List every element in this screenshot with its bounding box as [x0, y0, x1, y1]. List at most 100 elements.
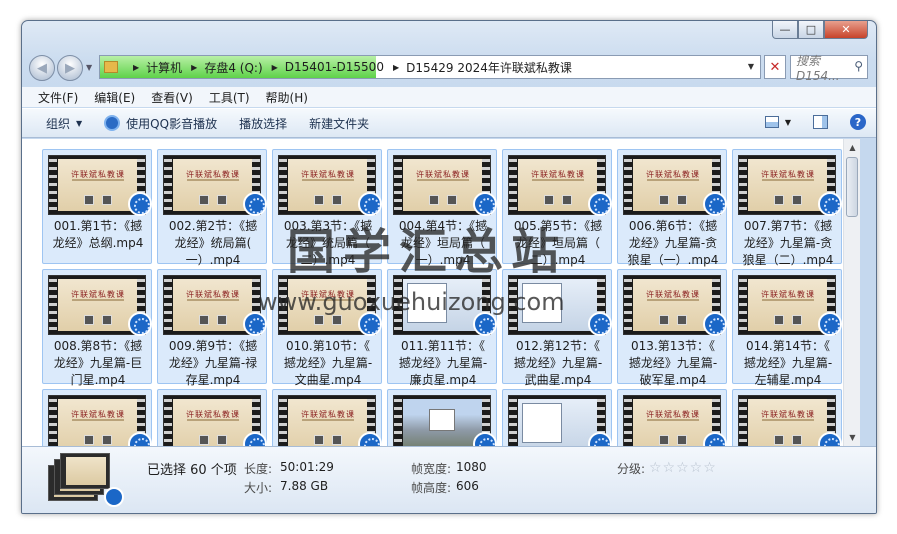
qq-player-badge-icon	[703, 432, 727, 446]
video-frame: 许联斌私教课	[58, 279, 138, 331]
breadcrumb-label: D15401-D15500	[284, 60, 384, 74]
qr-code-icon	[314, 435, 324, 445]
qq-player-badge-icon	[358, 432, 382, 446]
file-tile[interactable]: 许联斌私教课 010.第10节：《 撼龙经》九星篇- 文曲星.mp4	[272, 269, 382, 387]
rating-stars[interactable]: ☆☆☆☆☆	[649, 460, 717, 476]
search-icon[interactable]: ⚲	[854, 59, 863, 73]
file-name: 004.第4节：《撼 龙经》垣局篇（ 一）.mp4	[398, 219, 488, 267]
file-name: 005.第5节：《撼 龙经》垣局篇（ 二）.mp4	[513, 219, 603, 267]
file-tile[interactable]: 许联斌私教课 003.第3节：《撼 龙经》统局篇（ 二）.mp4	[272, 149, 382, 267]
qr-code-icon	[447, 195, 457, 205]
file-tile[interactable]: 011.第11节：《 撼龙经》九星篇- 廉贞星.mp4	[387, 269, 497, 387]
play-qq-label: 使用QQ影音播放	[126, 116, 218, 131]
qq-player-badge-icon	[128, 192, 152, 216]
qr-code-icon	[659, 435, 669, 445]
file-name: 001.第1节：《撼 龙经》总纲.mp4	[52, 219, 144, 250]
file-name: 002.第2节：《撼 龙经》统局篇(一）.mp4	[168, 219, 258, 267]
scroll-down-icon[interactable]: ▼	[844, 429, 860, 446]
qr-code-icon	[332, 435, 342, 445]
recent-pages-dropdown-icon[interactable]: ▼	[86, 63, 92, 72]
back-button[interactable]: ◀	[29, 55, 55, 81]
qr-code-icon	[562, 195, 572, 205]
video-frame: 许联斌私教课	[288, 279, 368, 331]
file-tile[interactable]: 许联斌私教课	[617, 389, 727, 446]
qr-code-icon	[84, 315, 94, 325]
size-key: 大小:	[244, 481, 273, 495]
qq-player-badge-icon	[128, 312, 152, 336]
breadcrumb-current-folder[interactable]: ▶ D15429 2024年许联斌私教课	[384, 59, 572, 76]
file-tile[interactable]: 许联斌私教课 002.第2节：《撼 龙经》统局篇(一）.mp4	[157, 149, 267, 267]
back-arrow-icon: ◀	[37, 60, 47, 76]
menu-view[interactable]: 查看(V)	[151, 89, 193, 106]
file-tile[interactable]: 许联斌私教课	[42, 389, 152, 446]
file-tile[interactable]	[387, 389, 497, 446]
file-view: 许联斌私教课 001.第1节：《撼 龙经》总纲.mp4 许联斌私教课 002.第2节：《…	[22, 139, 860, 446]
qq-player-badge-icon	[243, 192, 267, 216]
minimize-button[interactable]: —	[772, 21, 798, 39]
video-frame: 许联斌私教课	[58, 399, 138, 446]
rating-key: 分级:	[617, 462, 646, 476]
breadcrumb-range-folder[interactable]: ▶ D15401-D15500	[263, 60, 384, 74]
close-icon: ✕	[769, 59, 781, 75]
forward-button[interactable]: ▶	[57, 55, 83, 81]
video-frame: 许联斌私教课	[748, 399, 828, 446]
menu-file[interactable]: 文件(F)	[38, 89, 78, 106]
organize-button[interactable]: 组织 ▼	[46, 115, 82, 132]
file-name: 014.第14节：《 撼龙经》九星篇- 左辅星.mp4	[743, 339, 833, 387]
address-bar[interactable]: ▶ 计算机 ▶ 存盘4 (Q:) ▶ D15401-D15500 ▶ D15429 20…	[99, 55, 761, 79]
scroll-up-icon[interactable]: ▲	[844, 139, 860, 156]
close-button[interactable]: ✕	[824, 21, 868, 39]
chevron-right-icon: ▶	[191, 62, 198, 72]
maximize-button[interactable]: □	[798, 21, 824, 39]
qr-code-icon	[217, 435, 227, 445]
address-dropdown-icon[interactable]: ▼	[748, 62, 754, 71]
qr-code-icon	[84, 195, 94, 205]
vertical-scrollbar[interactable]: ▲ ▼	[843, 139, 860, 446]
file-tile[interactable]: 许联斌私教课 014.第14节：《 撼龙经》九星篇- 左辅星.mp4	[732, 269, 842, 387]
qr-code-icon	[774, 195, 784, 205]
qr-code-icon	[774, 315, 784, 325]
forward-arrow-icon: ▶	[65, 60, 75, 76]
video-frame: 许联斌私教课	[58, 159, 138, 211]
stop-button[interactable]: ✕	[764, 55, 786, 79]
file-tile[interactable]: 许联斌私教课 004.第4节：《撼 龙经》垣局篇（ 一）.mp4	[387, 149, 497, 267]
breadcrumb-drive[interactable]: ▶ 存盘4 (Q:)	[182, 59, 262, 76]
file-tile[interactable]: 许联斌私教课 008.第8节：《撼 龙经》九星篇-巨 门星.mp4	[42, 269, 152, 387]
file-tile[interactable]: 许联斌私教课 007.第7节：《撼 龙经》九星篇-贪 狼星（二）.mp4	[732, 149, 842, 267]
file-tile[interactable]: 许联斌私教课	[732, 389, 842, 446]
video-frame: 许联斌私教课	[633, 399, 713, 446]
file-tile[interactable]	[502, 389, 612, 446]
qr-code-icon	[199, 435, 209, 445]
file-tile[interactable]: 许联斌私教课	[157, 389, 267, 446]
qr-code-icon	[677, 435, 687, 445]
play-with-qq-button[interactable]: 使用QQ影音播放	[104, 115, 217, 132]
play-selection-button[interactable]: 播放选择	[239, 115, 287, 132]
qq-player-badge-icon	[818, 432, 842, 446]
qr-code-icon	[84, 435, 94, 445]
menu-tools[interactable]: 工具(T)	[209, 89, 250, 106]
breadcrumb-label: D15429 2024年许联斌私教课	[406, 60, 572, 75]
video-frame: 许联斌私教课	[173, 279, 253, 331]
view-options-dropdown-icon[interactable]: ▼	[785, 118, 791, 127]
qr-code-icon	[314, 195, 324, 205]
search-input[interactable]: 搜索 D154... ⚲	[790, 54, 868, 83]
command-bar: 组织 ▼ 使用QQ影音播放 播放选择 新建文件夹 ▼ ?	[22, 108, 876, 138]
file-tile[interactable]: 许联斌私教课 001.第1节：《撼 龙经》总纲.mp4	[42, 149, 152, 264]
video-frame	[403, 279, 483, 331]
menu-edit[interactable]: 编辑(E)	[94, 89, 135, 106]
file-tile[interactable]: 许联斌私教课 005.第5节：《撼 龙经》垣局篇（ 二）.mp4	[502, 149, 612, 267]
file-tile[interactable]: 许联斌私教课	[272, 389, 382, 446]
file-tile[interactable]: 许联斌私教课 009.第9节：《撼 龙经》九星篇-禄 存星.mp4	[157, 269, 267, 387]
menu-help[interactable]: 帮助(H)	[266, 89, 308, 106]
help-icon[interactable]: ?	[850, 114, 866, 130]
new-folder-button[interactable]: 新建文件夹	[309, 115, 369, 132]
file-tile[interactable]: 许联斌私教课 013.第13节：《 撼龙经》九星篇- 破军星.mp4	[617, 269, 727, 387]
preview-pane-icon[interactable]	[813, 115, 828, 129]
change-view-icon[interactable]	[764, 116, 779, 128]
breadcrumb-computer[interactable]: ▶ 计算机	[124, 59, 182, 76]
file-tile[interactable]: 012.第12节：《 撼龙经》九星篇- 武曲星.mp4	[502, 269, 612, 387]
length-value: 50:01:29	[280, 460, 334, 474]
file-tile[interactable]: 许联斌私教课 006.第6节：《撼 龙经》九星篇-贪 狼星（一）.mp4	[617, 149, 727, 267]
scroll-thumb[interactable]	[846, 157, 858, 217]
qr-code-icon	[102, 435, 112, 445]
